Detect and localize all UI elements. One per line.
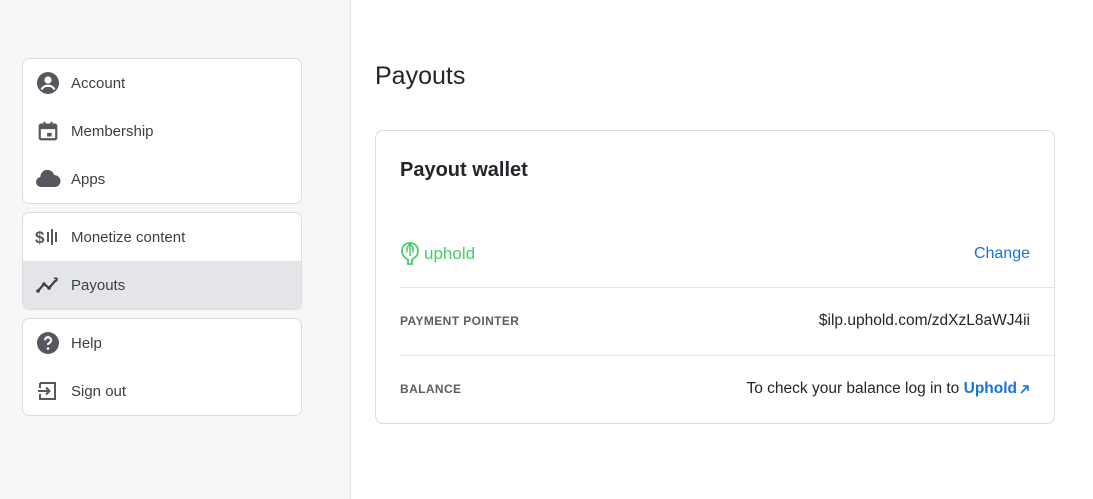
monetize-icon: $ (35, 224, 61, 250)
sidebar-item-membership[interactable]: Membership (23, 107, 301, 155)
nav-group-monetize: $ Monetize content Payouts (22, 212, 302, 310)
balance-label: BALANCE (400, 382, 462, 396)
sidebar-item-apps[interactable]: Apps (23, 155, 301, 203)
balance-row: BALANCE To check your balance log in to … (400, 374, 1030, 404)
sign-out-icon (35, 378, 61, 404)
nav-group-support: Help Sign out (22, 318, 302, 416)
sidebar-item-label: Sign out (71, 382, 127, 400)
balance-value: To check your balance log in to Uphold (746, 380, 1030, 398)
cloud-icon (35, 166, 61, 192)
nav-group-account: Account Membership Apps (22, 58, 302, 204)
payment-pointer-label: PAYMENT POINTER (400, 314, 520, 328)
payout-wallet-card: Payout wallet uphold Change PAYMENT POIN… (375, 130, 1055, 424)
sidebar-item-label: Monetize content (71, 228, 186, 246)
main-content: Payouts Payout wallet uphold Change PAYM… (351, 0, 1093, 499)
uphold-link-label: Uphold (963, 380, 1017, 397)
sidebar-item-payouts[interactable]: Payouts (23, 261, 301, 309)
sidebar: Account Membership Apps $ Monetize conte… (0, 0, 351, 499)
wallet-row: uphold Change (400, 237, 1030, 271)
uphold-login-link[interactable]: Uphold (964, 380, 1030, 398)
sidebar-item-label: Membership (71, 122, 154, 140)
account-circle-icon (35, 70, 61, 96)
divider (400, 287, 1054, 288)
svg-text:$: $ (35, 228, 45, 247)
card-title: Payout wallet (400, 159, 528, 181)
balance-text: To check your balance log in to (746, 380, 964, 397)
sidebar-item-label: Apps (71, 170, 106, 188)
external-link-icon (1020, 384, 1029, 394)
sidebar-item-label: Payouts (71, 276, 126, 294)
sidebar-item-sign-out[interactable]: Sign out (23, 367, 301, 415)
sidebar-item-label: Help (71, 334, 102, 352)
trending-icon (35, 272, 61, 298)
sidebar-item-account[interactable]: Account (23, 59, 301, 107)
page-title: Payouts (375, 62, 466, 90)
payment-pointer-row: PAYMENT POINTER $ilp.uphold.com/zdXzL8aW… (400, 306, 1030, 336)
uphold-logo: uphold (400, 241, 475, 267)
help-circle-icon (35, 330, 61, 356)
uphold-icon (401, 242, 419, 265)
calendar-icon (35, 118, 61, 144)
wallet-name: uphold (424, 244, 476, 263)
sidebar-item-monetize-content[interactable]: $ Monetize content (23, 213, 301, 261)
sidebar-item-label: Account (71, 74, 126, 92)
sidebar-item-help[interactable]: Help (23, 319, 301, 367)
payment-pointer-value: $ilp.uphold.com/zdXzL8aWJ4ii (818, 312, 1030, 329)
change-wallet-link[interactable]: Change (974, 245, 1030, 263)
divider (400, 355, 1054, 356)
